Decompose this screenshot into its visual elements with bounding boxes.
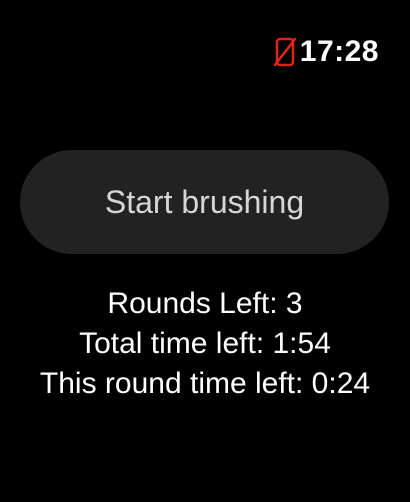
- status-bar: 17:28: [273, 30, 379, 74]
- brushing-info: Rounds Left: 3 Total time left: 1:54 Thi…: [0, 284, 410, 404]
- start-brushing-button[interactable]: Start brushing: [20, 150, 389, 254]
- phone-disconnected-icon: [273, 37, 297, 67]
- round-time-left-text: This round time left: 0:24: [39, 367, 371, 400]
- status-time: 17:28: [299, 35, 379, 68]
- rounds-left-text: Rounds Left: 3: [107, 287, 303, 320]
- total-time-left-text: Total time left: 1:54: [79, 327, 331, 360]
